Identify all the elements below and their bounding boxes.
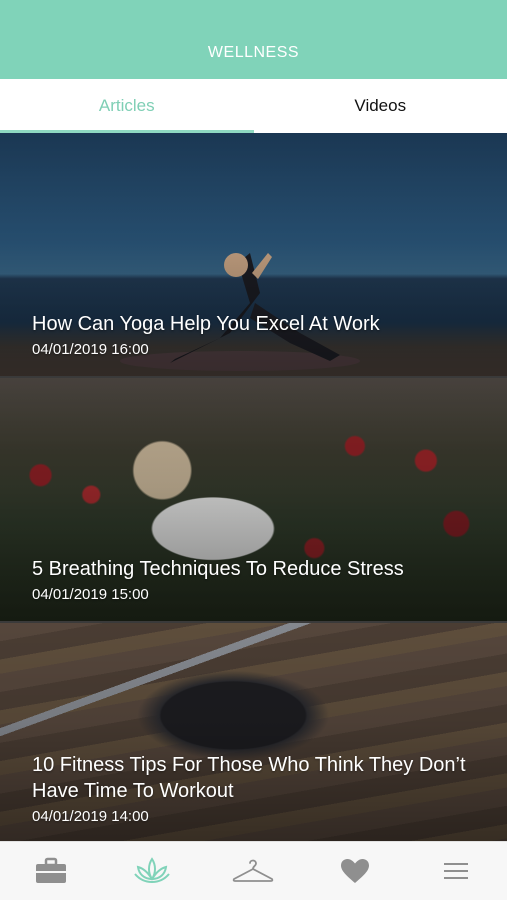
nav-item-work[interactable] <box>21 849 81 893</box>
lotus-icon <box>134 857 170 884</box>
tab-articles[interactable]: Articles <box>0 79 254 133</box>
app-header: WELLNESS <box>0 0 507 79</box>
page-title: WELLNESS <box>207 44 300 61</box>
hanger-icon <box>233 859 274 882</box>
article-title: 5 Breathing Techniques To Reduce Stress <box>32 558 404 580</box>
article-date: 04/01/2019 15:00 <box>32 586 149 603</box>
heart-icon <box>340 859 369 883</box>
briefcase-icon <box>35 857 66 883</box>
article-card[interactable]: 5 Breathing Techniques To Reduce Stress … <box>0 378 507 623</box>
segment-tabs: Articles Videos <box>0 79 507 133</box>
bottom-navigation <box>0 841 507 900</box>
article-text: 5 Breathing Techniques To Reduce Stress … <box>32 556 487 603</box>
nav-item-favorites[interactable] <box>325 849 385 893</box>
article-title: 10 Fitness Tips For Those Who Think They… <box>32 754 466 802</box>
article-card[interactable]: 10 Fitness Tips For Those Who Think They… <box>0 623 507 841</box>
nav-item-menu[interactable] <box>426 849 486 893</box>
article-date: 04/01/2019 14:00 <box>32 808 149 825</box>
article-card[interactable]: How Can Yoga Help You Excel At Work 04/0… <box>0 133 507 378</box>
article-list: How Can Yoga Help You Excel At Work 04/0… <box>0 133 507 841</box>
tab-videos[interactable]: Videos <box>254 79 507 133</box>
article-text: How Can Yoga Help You Excel At Work 04/0… <box>32 311 487 358</box>
nav-item-wellness[interactable] <box>122 849 182 893</box>
article-text: 10 Fitness Tips For Those Who Think They… <box>32 752 487 825</box>
menu-icon <box>444 863 469 879</box>
nav-item-style[interactable] <box>223 849 283 893</box>
article-title: How Can Yoga Help You Excel At Work <box>32 313 380 335</box>
article-date: 04/01/2019 16:00 <box>32 341 149 358</box>
